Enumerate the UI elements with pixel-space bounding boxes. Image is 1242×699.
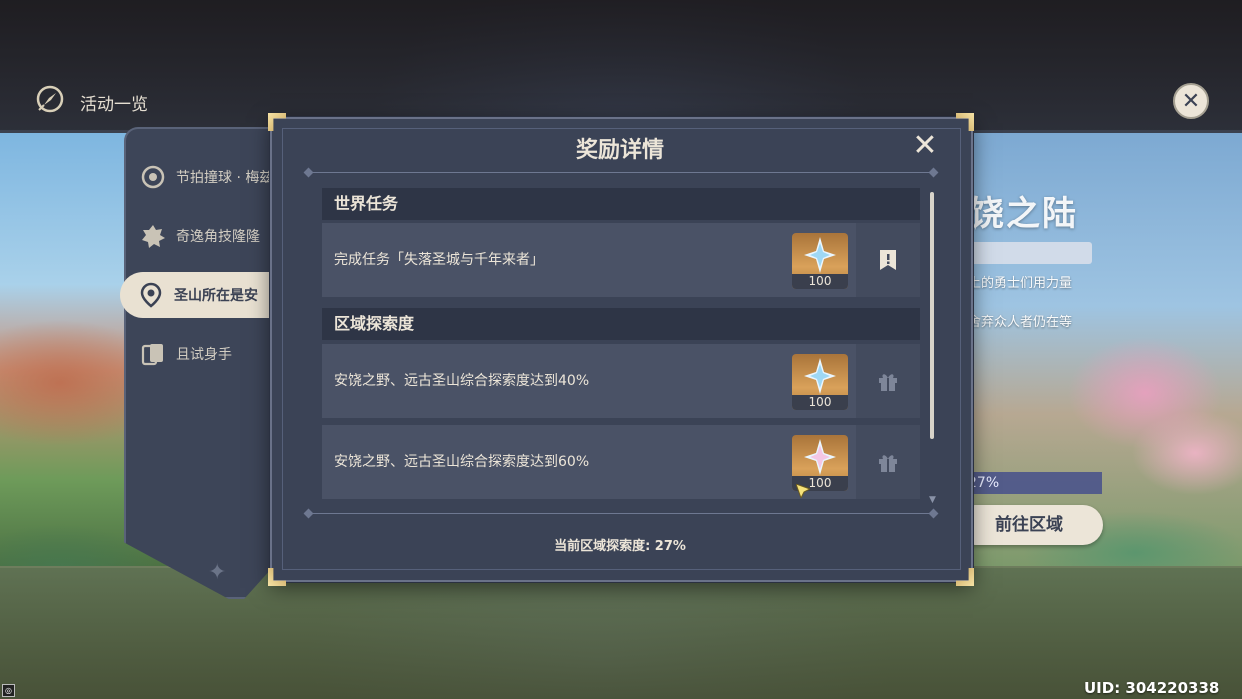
primogem-icon <box>804 237 836 273</box>
screenshot-icon: ◎ <box>2 684 15 697</box>
event-subtitle-bar <box>964 242 1092 264</box>
bookmark-icon <box>880 250 896 270</box>
sidebar-item-trial[interactable]: 且试身手 <box>134 331 274 377</box>
dialog-title: 奖励详情 <box>575 138 664 163</box>
scrollbar[interactable] <box>930 192 934 439</box>
primogem-icon <box>804 358 836 394</box>
event-desc-line-2: 舍弃众人者仍在等 <box>968 315 1073 330</box>
sparkle-icon: ✦ <box>208 560 227 585</box>
uid-label: UID: 304220338 <box>1084 679 1220 697</box>
primogem-icon <box>804 439 836 475</box>
task-row: 完成任务「失落圣城与千年来者」 100 <box>322 223 920 297</box>
scroll-down-icon[interactable]: ▼ <box>929 495 936 505</box>
top-bar <box>0 0 1242 130</box>
sidebar-item-holy-mountain[interactable]: 圣山所在是安 <box>120 272 278 318</box>
map-pin-icon <box>136 280 166 310</box>
close-icon: ✕ <box>912 128 938 163</box>
reward-item[interactable]: 100 <box>792 354 848 410</box>
section-header-exploration: 区域探索度 <box>322 308 920 340</box>
sidebar-item-rhythm[interactable]: 节拍撞球 · 梅兹 <box>134 154 274 200</box>
gift-icon <box>879 374 897 391</box>
dialog-close-button[interactable]: ✕ <box>910 131 940 161</box>
reward-count: 100 <box>792 274 848 289</box>
reward-item[interactable]: 100 <box>792 233 848 289</box>
task-row: 安饶之野、远古圣山综合探索度达到40% 100 <box>322 344 920 418</box>
sidebar-item-label: 且试身手 <box>176 347 232 363</box>
gift-icon <box>879 455 897 472</box>
cards-icon <box>138 339 168 369</box>
reward-count: 100 <box>792 395 848 410</box>
task-description: 安饶之野、远古圣山综合探索度达到60% <box>334 454 590 470</box>
sidebar-item-skill[interactable]: 奇逸角技隆隆 <box>134 213 274 259</box>
divider <box>312 172 932 173</box>
task-description: 安饶之野、远古圣山综合探索度达到40% <box>334 373 590 389</box>
task-row: 安饶之野、远古圣山综合探索度达到60% 100 <box>322 425 920 499</box>
task-description: 完成任务「失落圣城与千年来者」 <box>334 252 544 268</box>
sidebar-item-label: 奇逸角技隆隆 <box>176 229 260 245</box>
close-icon: ✕ <box>1181 88 1201 114</box>
bottom-backdrop <box>0 568 1242 699</box>
go-to-region-button[interactable]: 前往区域 <box>955 505 1103 545</box>
task-status <box>856 425 920 499</box>
task-status <box>856 344 920 418</box>
event-desc-line-1: 上的勇士们用力量 <box>968 276 1073 291</box>
current-exploration-text: 当前区域探索度: 27% <box>554 539 686 554</box>
reward-item[interactable]: 100 <box>792 435 848 491</box>
compass-icon <box>36 85 64 113</box>
divider <box>312 513 932 514</box>
ball-icon <box>138 162 168 192</box>
sidebar-item-label: 圣山所在是安 <box>174 288 258 304</box>
close-button[interactable]: ✕ <box>1173 83 1209 119</box>
section-header-world-quest: 世界任务 <box>322 188 920 220</box>
sidebar-item-label: 节拍撞球 · 梅兹 <box>176 170 274 186</box>
event-title: 饶之陆 <box>970 194 1078 234</box>
event-progress: 27% <box>964 472 1102 494</box>
gear-icon <box>138 221 168 251</box>
page-title: 活动一览 <box>80 95 148 115</box>
cursor-icon <box>796 484 810 498</box>
task-status <box>856 223 920 297</box>
